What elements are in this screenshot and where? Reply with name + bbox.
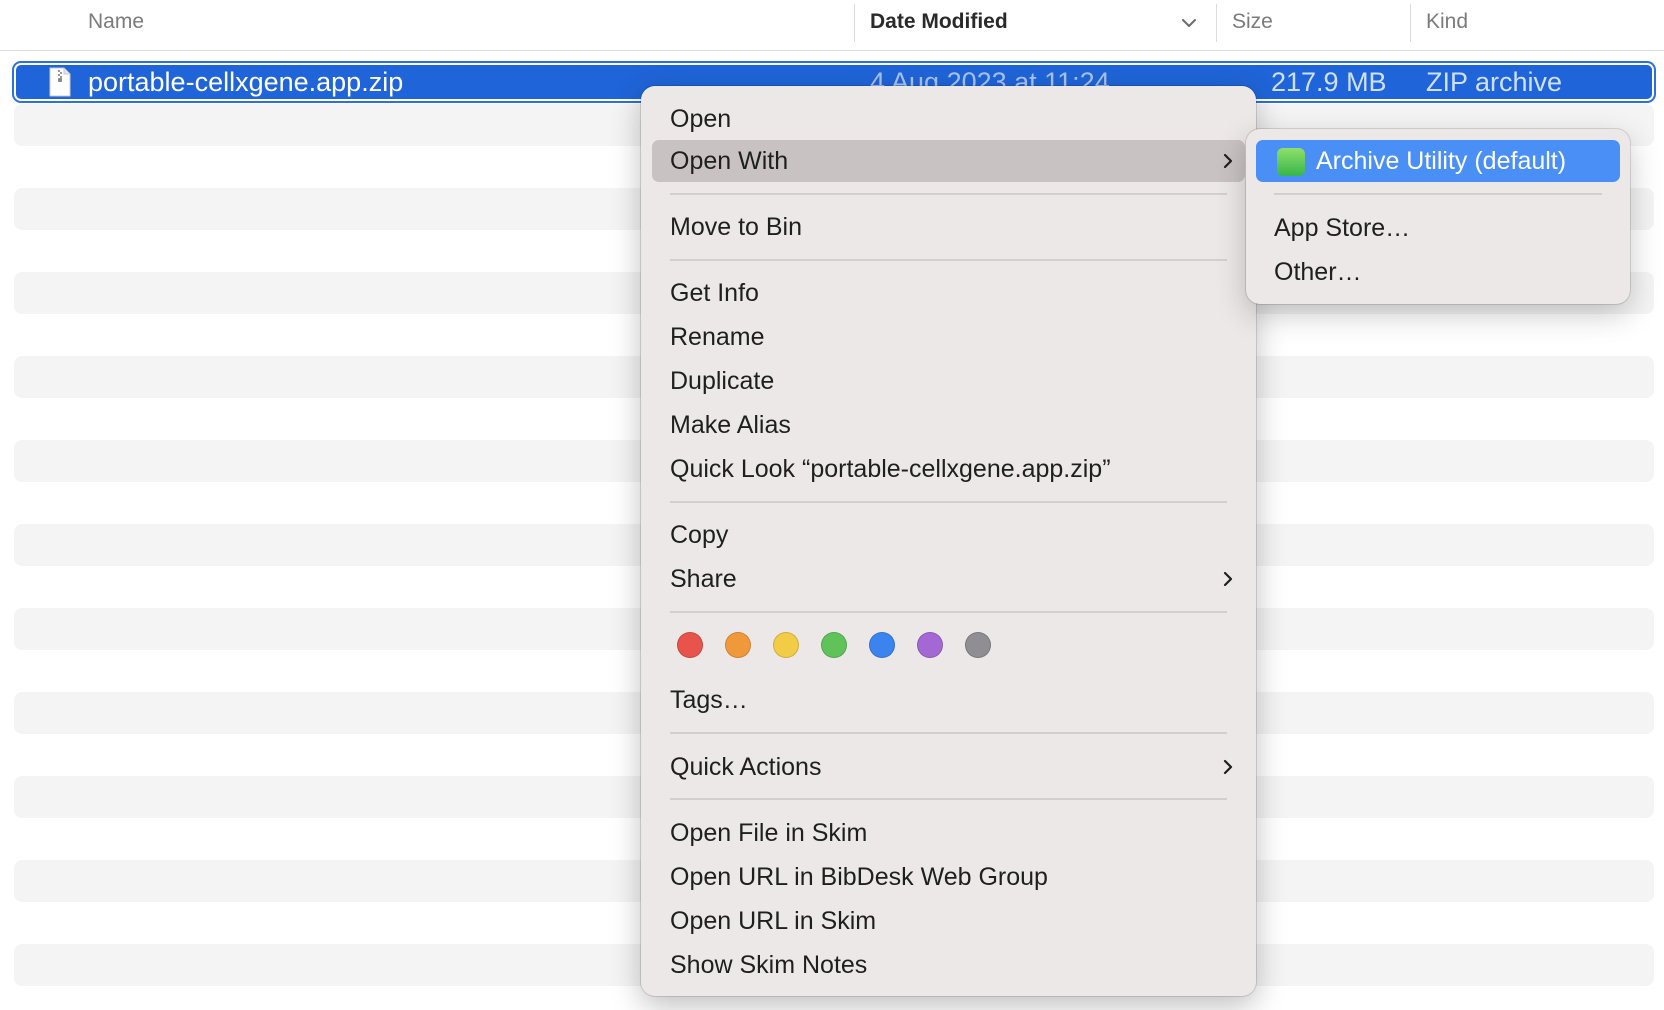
- menu-item-move-to-bin[interactable]: Move to Bin: [652, 206, 1245, 248]
- menu-item-share[interactable]: Share: [652, 558, 1245, 600]
- context-menu: Open Open With Move to Bin Get Info Rena…: [641, 86, 1256, 996]
- menu-item-open-url-in-skim[interactable]: Open URL in Skim: [652, 900, 1245, 942]
- chevron-right-icon: [1223, 759, 1233, 775]
- open-with-submenu: Archive Utility (default) App Store… Oth…: [1246, 129, 1630, 304]
- column-header-kind[interactable]: Kind: [1426, 0, 1468, 46]
- chevron-right-icon: [1223, 571, 1233, 587]
- menu-item-label: Rename: [670, 323, 765, 351]
- file-size: 217.9 MB: [1271, 67, 1387, 97]
- column-divider[interactable]: [1216, 4, 1217, 42]
- menu-separator: [670, 611, 1227, 613]
- menu-item-label: Open File in Skim: [670, 819, 868, 847]
- archive-utility-app-icon: [1277, 148, 1305, 176]
- finder-window: Name Date Modified Size Kind portable-ce…: [0, 0, 1664, 1010]
- tag-red-dot[interactable]: [677, 632, 703, 658]
- menu-item-quick-look[interactable]: Quick Look “portable-cellxgene.app.zip”: [652, 448, 1245, 490]
- menu-item-label: Duplicate: [670, 367, 775, 395]
- menu-item-show-skim-notes[interactable]: Show Skim Notes: [652, 944, 1245, 986]
- menu-separator: [670, 259, 1227, 261]
- menu-item-open[interactable]: Open: [652, 98, 1245, 140]
- menu-separator: [1274, 193, 1602, 195]
- menu-item-open-with[interactable]: Open With: [652, 140, 1245, 182]
- tag-gray-dot[interactable]: [965, 632, 991, 658]
- column-header-name[interactable]: Name: [88, 0, 144, 46]
- menu-item-get-info[interactable]: Get Info: [652, 272, 1245, 314]
- column-divider[interactable]: [854, 4, 855, 42]
- menu-item-open-file-in-skim[interactable]: Open File in Skim: [652, 812, 1245, 854]
- submenu-item-label: Other…: [1274, 258, 1362, 286]
- menu-item-label: Open URL in Skim: [670, 907, 877, 935]
- submenu-item-app-store[interactable]: App Store…: [1256, 207, 1620, 249]
- menu-item-rename[interactable]: Rename: [652, 316, 1245, 358]
- menu-item-label: Move to Bin: [670, 213, 803, 241]
- menu-item-label: Show Skim Notes: [670, 951, 868, 979]
- menu-item-label: Quick Actions: [670, 753, 822, 781]
- submenu-item-other[interactable]: Other…: [1256, 251, 1620, 293]
- menu-item-duplicate[interactable]: Duplicate: [652, 360, 1245, 402]
- submenu-item-archive-utility[interactable]: Archive Utility (default): [1256, 140, 1620, 182]
- submenu-item-label: Archive Utility (default): [1316, 147, 1567, 175]
- tag-blue-dot[interactable]: [869, 632, 895, 658]
- file-kind: ZIP archive: [1426, 67, 1563, 97]
- menu-item-make-alias[interactable]: Make Alias: [652, 404, 1245, 446]
- chevron-right-icon: [1223, 153, 1233, 169]
- menu-item-label: Share: [670, 565, 737, 593]
- tag-orange-dot[interactable]: [725, 632, 751, 658]
- menu-separator: [670, 501, 1227, 503]
- menu-item-quick-actions[interactable]: Quick Actions: [652, 746, 1245, 788]
- menu-separator: [670, 193, 1227, 195]
- menu-item-label: Open With: [670, 147, 789, 175]
- menu-item-label: Open: [670, 105, 732, 133]
- column-header-size[interactable]: Size: [1232, 0, 1273, 46]
- menu-item-label: Open URL in BibDesk Web Group: [670, 863, 1048, 891]
- column-header-bar: Name Date Modified Size Kind: [0, 0, 1664, 51]
- menu-separator: [670, 798, 1227, 800]
- menu-item-label: Quick Look “portable-cellxgene.app.zip”: [670, 455, 1111, 483]
- file-name[interactable]: portable-cellxgene.app.zip: [88, 63, 403, 101]
- zip-file-icon: [49, 67, 71, 97]
- submenu-item-label: App Store…: [1274, 214, 1411, 242]
- column-divider[interactable]: [1410, 4, 1411, 42]
- menu-separator: [670, 732, 1227, 734]
- menu-item-label: Copy: [670, 521, 729, 549]
- tag-purple-dot[interactable]: [917, 632, 943, 658]
- menu-item-copy[interactable]: Copy: [652, 514, 1245, 556]
- menu-item-label: Tags…: [670, 686, 748, 714]
- menu-item-label: Make Alias: [670, 411, 791, 439]
- tag-green-dot[interactable]: [821, 632, 847, 658]
- sort-chevron-down-icon[interactable]: [1180, 14, 1198, 32]
- menu-item-label: Get Info: [670, 279, 759, 307]
- menu-item-tags[interactable]: Tags…: [652, 679, 1245, 721]
- column-header-date-modified[interactable]: Date Modified: [870, 0, 1008, 46]
- menu-item-open-url-in-bibdesk[interactable]: Open URL in BibDesk Web Group: [652, 856, 1245, 898]
- tag-yellow-dot[interactable]: [773, 632, 799, 658]
